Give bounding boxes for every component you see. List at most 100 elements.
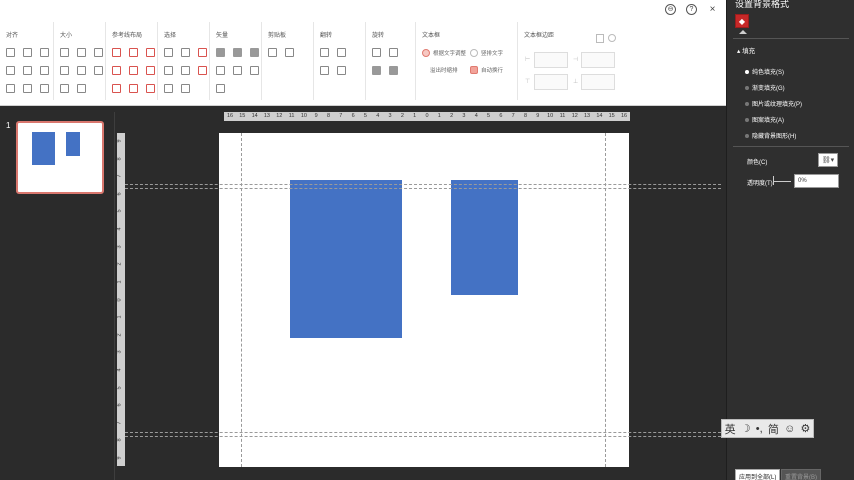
vertical-text-radio[interactable] <box>470 49 478 57</box>
punctuation-icon[interactable]: •, <box>756 423 763 435</box>
refresh-icon[interactable] <box>608 34 616 42</box>
rectangle-shape-right[interactable] <box>451 180 518 295</box>
fill-option-picture[interactable]: 图片或纹理填充(P) <box>745 99 802 108</box>
vertical-text-option[interactable]: 竖排文字 <box>470 49 503 57</box>
select-all-icon[interactable] <box>198 48 207 57</box>
paste-icon[interactable] <box>285 48 294 57</box>
fill-section-header[interactable]: ▴ 填充 <box>737 45 755 55</box>
radio-gradient[interactable] <box>745 85 749 90</box>
minimize-ribbon-icon[interactable]: ⊖ <box>665 4 676 15</box>
guide-line-right[interactable] <box>605 133 606 467</box>
fit-width-icon[interactable] <box>60 66 69 75</box>
distribute-horizontal-icon[interactable] <box>6 84 15 93</box>
color-picker-button[interactable]: ⛓▾ <box>818 153 838 167</box>
help-icon[interactable]: ? <box>686 4 697 15</box>
rectangle-shape-left[interactable] <box>290 180 402 338</box>
autofit-shape-option[interactable]: 根据文字调整 <box>422 49 466 57</box>
copy-icon[interactable] <box>268 48 277 57</box>
close-icon[interactable]: × <box>707 4 718 15</box>
guide-spread-v-icon[interactable] <box>129 84 138 93</box>
subtract-icon[interactable] <box>233 66 242 75</box>
horizontal-ruler[interactable]: 16 15 14 13 12 11 10 9 8 7 6 5 4 3 2 1 0 1 2 3 4 5 6 7 8 9 10 11 12 1… <box>224 112 630 121</box>
select-shape-icon[interactable] <box>198 66 207 75</box>
autowrap-option[interactable]: 自动换行 <box>470 66 503 74</box>
union-icon[interactable] <box>216 48 225 57</box>
radio-solid[interactable] <box>745 69 749 74</box>
select-type-icon[interactable] <box>181 48 190 57</box>
align-left-icon[interactable] <box>6 48 15 57</box>
autofit-shape-radio[interactable] <box>422 49 430 57</box>
distribute-vertical-icon[interactable] <box>23 84 32 93</box>
select-top-icon[interactable] <box>164 66 173 75</box>
rotate-down-icon[interactable] <box>389 66 398 75</box>
fill-option-pattern[interactable]: 图案填充(A) <box>745 115 784 124</box>
emoji-icon[interactable]: ☺ <box>784 423 795 435</box>
same-width-icon[interactable] <box>60 48 69 57</box>
select-same-icon[interactable] <box>164 48 173 57</box>
panel-divider[interactable] <box>114 112 115 480</box>
rotate-left-icon[interactable] <box>372 48 381 57</box>
guide-line-top-1[interactable] <box>125 184 721 185</box>
apply-all-button[interactable]: 应用到全部(L) <box>735 469 781 480</box>
intersect-icon[interactable] <box>216 66 225 75</box>
moon-icon[interactable]: ☽ <box>741 422 751 435</box>
align-center-icon[interactable] <box>23 48 32 57</box>
align-bottom-icon[interactable] <box>40 66 49 75</box>
flip-h2-icon[interactable] <box>320 66 329 75</box>
autowrap-checkbox[interactable] <box>470 66 478 74</box>
align-right-icon[interactable] <box>40 48 49 57</box>
guide-middle-icon[interactable] <box>129 66 138 75</box>
edit-points-icon[interactable] <box>250 66 259 75</box>
align-top-icon[interactable] <box>6 66 15 75</box>
same-height-icon[interactable] <box>77 48 86 57</box>
same-size-icon[interactable] <box>94 48 103 57</box>
guide-top-icon[interactable] <box>112 66 121 75</box>
combine-icon[interactable] <box>233 48 242 57</box>
guide-line-left[interactable] <box>241 133 242 467</box>
guide-line-bottom-2[interactable] <box>125 436 721 437</box>
settings-gear-icon[interactable]: ⚙ <box>800 422 810 435</box>
fill-option-solid[interactable]: 纯色填充(S) <box>745 67 784 76</box>
fit-size-icon[interactable] <box>94 66 103 75</box>
lock-ratio-icon[interactable] <box>60 84 69 93</box>
guide-grid-icon[interactable] <box>146 84 155 93</box>
guide-line-top-2[interactable] <box>125 188 721 189</box>
align-middle-icon[interactable] <box>23 66 32 75</box>
flip-horizontal-icon[interactable] <box>320 48 329 57</box>
select-middle-icon[interactable] <box>181 66 190 75</box>
guide-line-bottom-1[interactable] <box>125 432 721 433</box>
select-below-icon[interactable] <box>164 84 173 93</box>
rotate-up-icon[interactable] <box>372 66 381 75</box>
ime-simplified-toggle[interactable]: 简 <box>768 421 779 437</box>
flip-v2-icon[interactable] <box>337 66 346 75</box>
guide-left-icon[interactable] <box>112 48 121 57</box>
trash-icon[interactable] <box>596 34 604 43</box>
radio-picture[interactable] <box>745 101 749 106</box>
transparency-slider[interactable] <box>773 181 791 182</box>
fit-height-icon[interactable] <box>77 66 86 75</box>
guide-spread-h-icon[interactable] <box>112 84 121 93</box>
checkbox-hide-graphics[interactable] <box>745 133 749 138</box>
reset-background-button[interactable]: 重置背景(B) <box>781 469 821 480</box>
flip-vertical-icon[interactable] <box>337 48 346 57</box>
shrink-option[interactable]: 溢出时缩排 <box>430 66 458 74</box>
paint-bucket-icon[interactable]: ◆ <box>735 14 749 28</box>
vector-extra-icon[interactable] <box>216 84 225 93</box>
fragment-icon[interactable] <box>250 48 259 57</box>
margin-left-input[interactable] <box>534 52 568 68</box>
fill-option-hide-graphics[interactable]: 隐藏背景图形(H) <box>745 131 796 140</box>
margin-bottom-input[interactable] <box>581 74 615 90</box>
fill-option-gradient[interactable]: 渐变填充(G) <box>745 83 785 92</box>
ime-english-toggle[interactable]: 英 <box>725 421 736 437</box>
select-pane-icon[interactable] <box>181 84 190 93</box>
transparency-input[interactable]: 0% <box>794 174 839 188</box>
guide-bottom-icon[interactable] <box>146 66 155 75</box>
rotate-right-icon[interactable] <box>389 48 398 57</box>
guide-center-icon[interactable] <box>129 48 138 57</box>
reset-size-icon[interactable] <box>77 84 86 93</box>
slide-thumbnail[interactable] <box>16 121 104 194</box>
margin-right-input[interactable] <box>581 52 615 68</box>
align-to-slide-icon[interactable] <box>40 84 49 93</box>
radio-pattern[interactable] <box>745 117 749 122</box>
margin-top-input[interactable] <box>534 74 568 90</box>
